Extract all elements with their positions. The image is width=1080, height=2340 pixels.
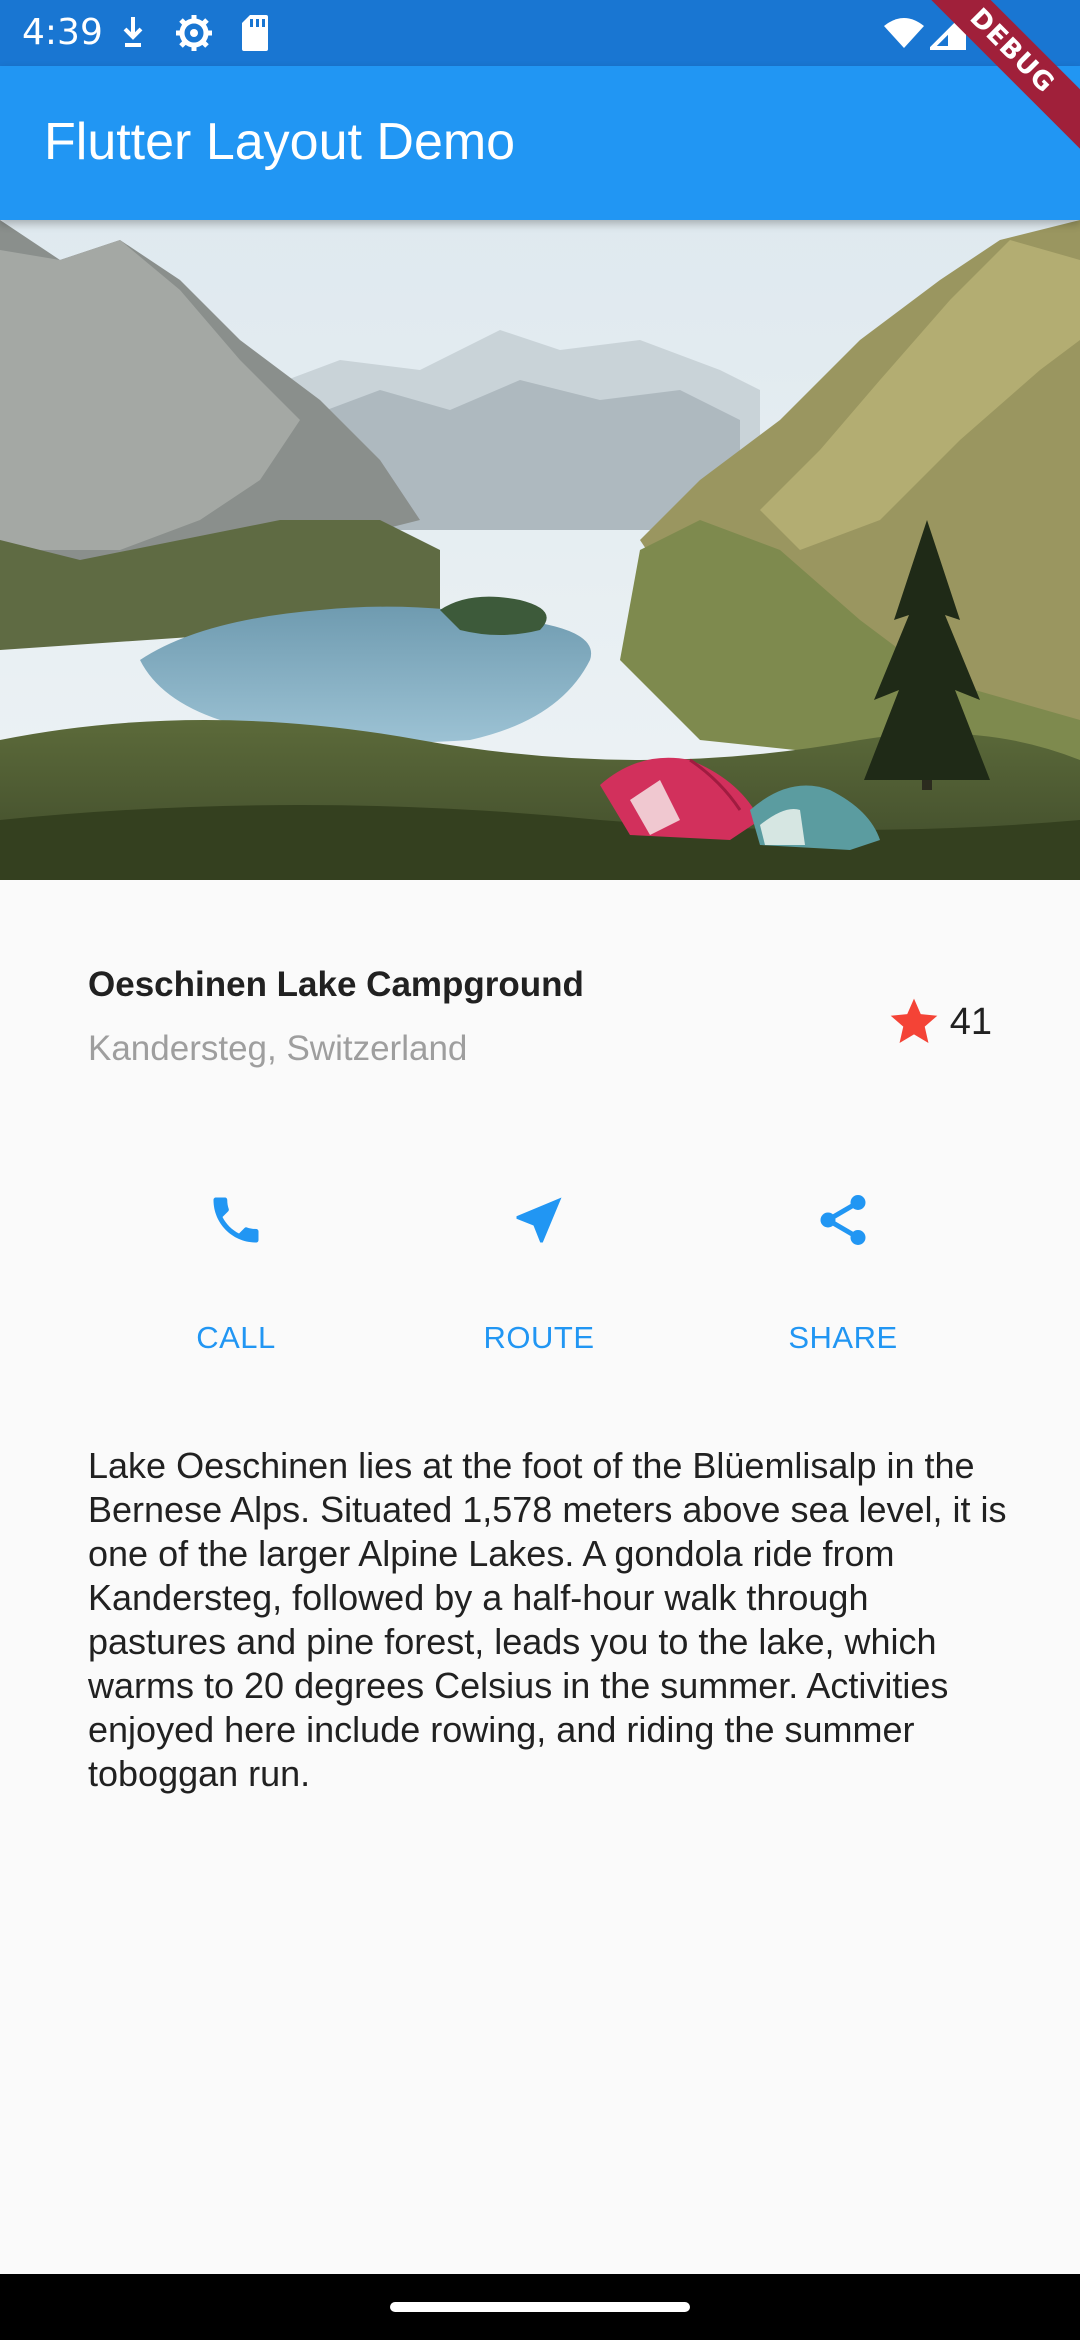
- description-text: Lake Oeschinen lies at the foot of the B…: [88, 1445, 1007, 1794]
- status-bar: 4:39: [0, 0, 1080, 66]
- download-icon: [120, 13, 146, 57]
- call-button[interactable]: CALL: [116, 1190, 356, 1370]
- place-location: Kandersteg, Switzerland: [88, 1029, 468, 1068]
- rating-count: 41: [949, 1000, 992, 1043]
- home-gesture-handle[interactable]: [390, 2302, 690, 2312]
- route-button[interactable]: ROUTE: [419, 1190, 659, 1370]
- nav-bar: [0, 2274, 1080, 2340]
- button-section: CALL ROUTE SHARE: [0, 1190, 1080, 1370]
- app-bar: Flutter Layout Demo: [0, 66, 1080, 220]
- star-icon[interactable]: [886, 994, 942, 1050]
- phone-icon: [206, 1190, 266, 1250]
- share-button[interactable]: SHARE: [723, 1190, 963, 1370]
- app-title: Flutter Layout Demo: [44, 113, 516, 171]
- settings-icon: [174, 13, 214, 57]
- share-label: SHARE: [788, 1320, 898, 1355]
- place-name: Oeschinen Lake Campground: [88, 965, 584, 1004]
- status-time: 4:39: [22, 12, 103, 53]
- wifi-icon: [882, 16, 926, 54]
- hero-image: [0, 220, 1080, 880]
- lake-campground-photo: [0, 220, 1080, 880]
- call-label: CALL: [196, 1320, 276, 1355]
- sd-card-icon: [240, 13, 270, 57]
- near-me-icon: [509, 1190, 569, 1250]
- route-label: ROUTE: [483, 1320, 595, 1355]
- rating: 41: [886, 990, 992, 1054]
- app-screen: 4:39 DEBUG Flutter Layout Demo Oeschinen…: [0, 0, 1080, 2340]
- title-section: Oeschinen Lake Campground Kandersteg, Sw…: [88, 960, 992, 1090]
- share-icon: [813, 1190, 873, 1250]
